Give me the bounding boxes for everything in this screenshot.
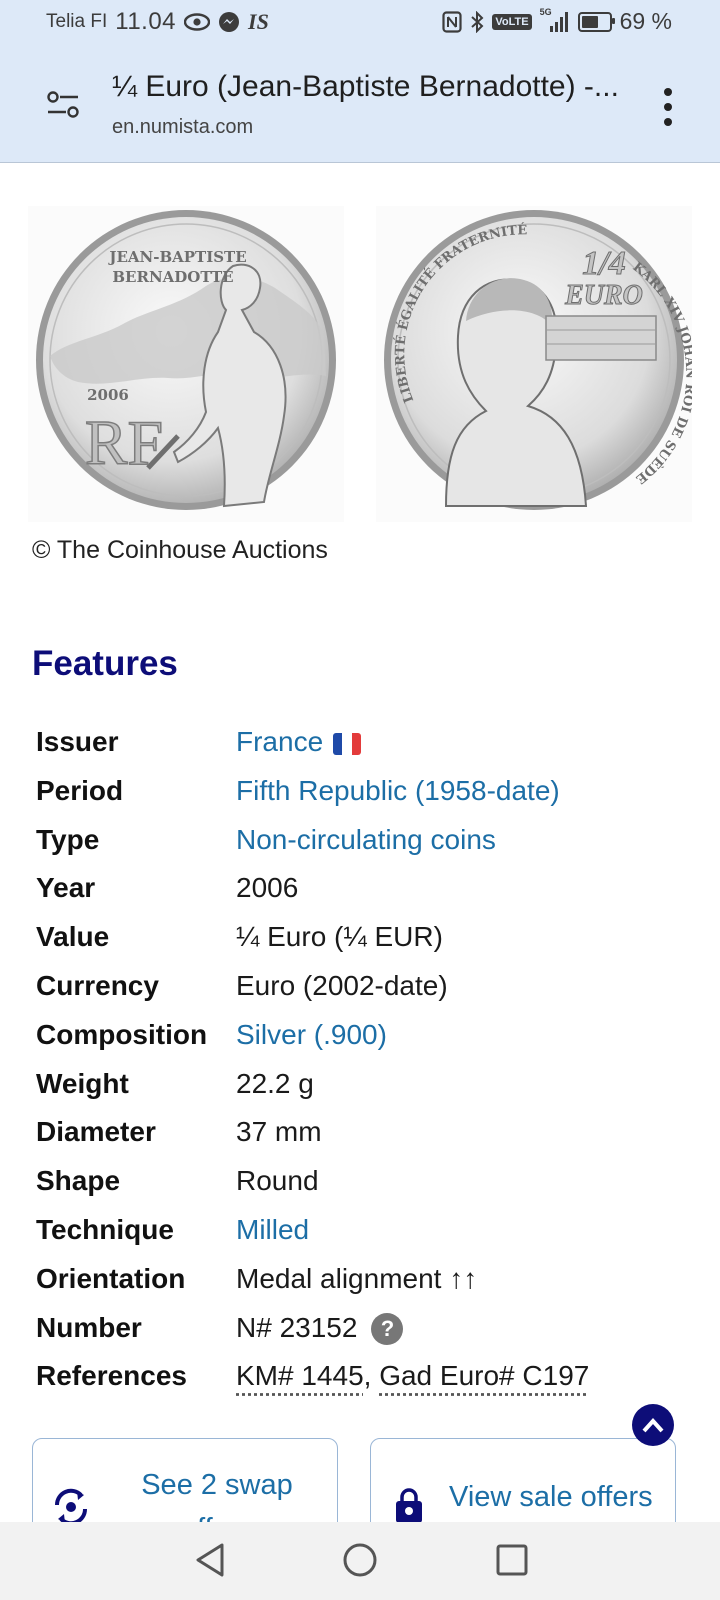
feature-row-value: Value ¼ Euro (¼ EUR) (36, 913, 686, 962)
status-bar: Telia FI 11.04 IS VoLTE 5G 69 % (0, 0, 720, 46)
feature-label: Currency (36, 969, 159, 1001)
technique-link[interactable]: Milled (236, 1214, 309, 1246)
feature-label: Period (36, 774, 124, 806)
feature-label: Type (36, 823, 100, 855)
site-settings-icon[interactable] (46, 90, 80, 120)
signal-icon: 5G (540, 7, 570, 33)
feature-row-issuer: Issuer France (36, 718, 686, 767)
feature-row-shape: Shape Round (36, 1157, 686, 1206)
battery-percent: 69 % (619, 8, 672, 34)
clock: 11.04 (115, 8, 177, 35)
recents-square-icon (496, 1544, 528, 1576)
feature-row-references: References KM# 1445, Gad Euro# C197 (36, 1352, 686, 1401)
period-link[interactable]: Fifth Republic (1958-date) (236, 775, 560, 807)
feature-value: KM# 1445, Gad Euro# C197 (236, 1360, 589, 1392)
page-domain[interactable]: en.numista.com (112, 116, 253, 139)
flag-white-stripe (342, 732, 352, 755)
obverse-name-line1: JEAN-BAPTISTE (107, 248, 246, 266)
feature-row-orientation: Orientation Medal alignment ↑↑ (36, 1255, 686, 1304)
feature-row-diameter: Diameter 37 mm (36, 1108, 686, 1157)
home-button[interactable] (340, 1540, 380, 1580)
coin-images: JEAN-BAPTISTE BERNADOTTE 2006 RF LIBERTÉ… (28, 206, 692, 522)
battery-icon (577, 11, 615, 32)
reference-link-km[interactable]: KM# 1445 (236, 1360, 364, 1391)
flag-red-stripe (351, 732, 362, 755)
feature-row-period: Period Fifth Republic (1958-date) (36, 767, 686, 816)
app-indicator: IS (248, 9, 269, 34)
reference-separator: , (363, 1360, 380, 1392)
feature-label: Number (36, 1311, 142, 1343)
browser-toolbar: ¼ Euro (Jean-Baptiste Bernadotte) -... e… (0, 46, 720, 163)
feature-label: Technique (36, 1213, 174, 1245)
feature-row-currency: Currency Euro (2002-date) (36, 962, 686, 1011)
feature-value: 37 mm (236, 1116, 322, 1148)
feature-value: 2006 (236, 872, 299, 904)
feature-label: Composition (36, 1018, 208, 1050)
reference-link-gad[interactable]: Gad Euro# C197 (379, 1360, 589, 1391)
more-options-icon[interactable] (660, 88, 676, 126)
reverse-value-top: 1/4 (582, 245, 625, 282)
bluetooth-icon (470, 10, 484, 33)
feature-value: ¼ Euro (¼ EUR) (236, 921, 443, 953)
feature-value: Round (236, 1165, 319, 1197)
back-button[interactable] (190, 1540, 230, 1580)
feature-label: Year (36, 872, 96, 904)
recents-button[interactable] (492, 1540, 532, 1580)
status-left: Telia FI 11.04 IS (46, 8, 269, 36)
back-triangle-icon (196, 1543, 224, 1577)
view-sale-offers-label[interactable]: View sale offers (449, 1481, 653, 1514)
obverse-year: 2006 (87, 386, 129, 404)
feature-label: Issuer (36, 726, 119, 757)
messenger-icon (218, 11, 240, 33)
reverse-image[interactable]: LIBERTÉ ÉGALITÉ FRATERNITÉ KARL XIV JOHA… (376, 206, 692, 522)
chevron-up-icon (642, 1418, 664, 1433)
feature-row-weight: Weight 22.2 g (36, 1060, 686, 1109)
feature-value: Euro (2002-date) (236, 969, 448, 1001)
nfc-icon (442, 10, 462, 33)
number-value: N# 23152 (236, 1311, 358, 1343)
obverse-rf-mark: RF (85, 407, 163, 478)
feature-label: Diameter (36, 1116, 156, 1148)
shopping-bag-icon (389, 1487, 429, 1527)
feature-row-year: Year 2006 (36, 864, 686, 913)
features-heading: Features (32, 644, 178, 683)
feature-value: Medal alignment ↑↑ (236, 1262, 478, 1294)
feature-row-number: Number N# 23152? (36, 1304, 686, 1353)
page-title[interactable]: ¼ Euro (Jean-Baptiste Bernadotte) -... (112, 70, 642, 104)
type-link[interactable]: Non-circulating coins (236, 824, 496, 856)
flag-blue-stripe (333, 732, 343, 755)
reverse-value-bottom: EURO (564, 280, 643, 311)
obverse-image[interactable]: JEAN-BAPTISTE BERNADOTTE 2006 RF (28, 206, 344, 522)
status-right: VoLTE 5G 69 % (442, 7, 672, 35)
system-nav-bar (0, 1522, 720, 1600)
feature-row-technique: Technique Milled (36, 1206, 686, 1255)
scroll-to-top-button[interactable] (632, 1404, 674, 1446)
help-icon[interactable]: ? (371, 1313, 404, 1346)
features-table: Issuer France Period Fifth Republic (195… (36, 718, 686, 1401)
home-circle-icon (343, 1543, 377, 1577)
feature-label: Value (36, 921, 110, 953)
issuer-link[interactable]: France (236, 726, 323, 757)
feature-value: 22.2 g (236, 1067, 314, 1099)
feature-label: Weight (36, 1067, 129, 1099)
feature-row-composition: Composition Silver (.900) (36, 1011, 686, 1060)
france-flag-icon (333, 732, 362, 755)
volte-badge: VoLTE (492, 13, 532, 30)
obverse-name-line2: BERNADOTTE (112, 268, 233, 286)
battery-level (581, 15, 599, 28)
swap-icon (51, 1487, 91, 1527)
feature-row-type: Type Non-circulating coins (36, 816, 686, 865)
composition-link[interactable]: Silver (.900) (236, 1019, 387, 1051)
feature-label: References (36, 1360, 187, 1392)
image-credit: © The Coinhouse Auctions (32, 536, 328, 564)
feature-label: Orientation (36, 1262, 186, 1294)
feature-label: Shape (36, 1165, 121, 1197)
network-gen-label: 5G (539, 6, 552, 17)
eye-icon (184, 13, 211, 31)
carrier-label: Telia FI (46, 11, 108, 32)
feature-value: France (236, 726, 362, 758)
swap-label-line1: See 2 swap (141, 1469, 293, 1501)
feature-value: N# 23152? (236, 1311, 404, 1346)
